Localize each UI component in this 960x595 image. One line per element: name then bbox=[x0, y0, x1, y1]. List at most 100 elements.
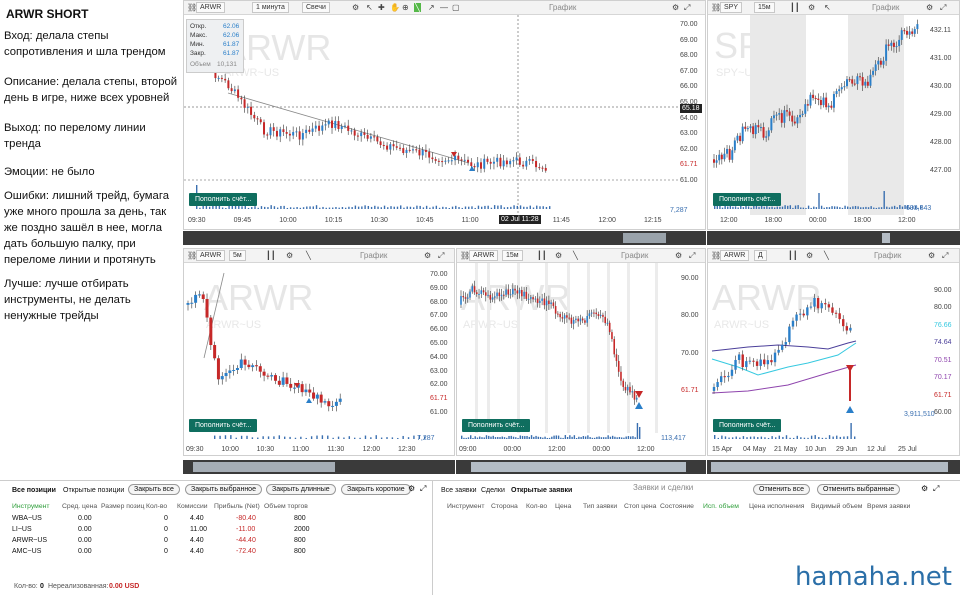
col-header[interactable]: Сторона bbox=[491, 503, 518, 510]
maximize-icon[interactable]: ⤢ bbox=[438, 251, 444, 261]
indicators-icon[interactable]: ⚙ bbox=[806, 251, 813, 260]
settings-icon[interactable]: ⚙ bbox=[408, 484, 415, 493]
symbol-select[interactable]: ARWR bbox=[720, 250, 750, 261]
col-header[interactable]: Стоп цена bbox=[624, 503, 656, 510]
chart-navigator[interactable] bbox=[707, 460, 960, 474]
settings-icon[interactable]: ⚙ bbox=[926, 3, 933, 12]
chart-type-select[interactable]: Свечи bbox=[302, 2, 330, 13]
chart-navigator[interactable] bbox=[183, 231, 706, 245]
chart-navigator[interactable] bbox=[183, 460, 455, 474]
col-header[interactable]: Тип заявки bbox=[583, 503, 617, 510]
volume-bar bbox=[729, 205, 732, 209]
trendline-icon[interactable]: ╲ bbox=[414, 3, 421, 12]
close-short-button[interactable]: Закрыть короткие bbox=[341, 484, 411, 495]
indicators-icon[interactable]: ⚙ bbox=[555, 251, 562, 260]
maximize-icon[interactable]: ⤢ bbox=[942, 251, 948, 261]
fill-account-button[interactable]: Пополнить счёт... bbox=[189, 419, 258, 432]
candle bbox=[262, 371, 266, 376]
rect-tool-icon[interactable]: ▢ bbox=[452, 3, 460, 12]
fill-account-button[interactable]: Пополнить счёт... bbox=[713, 193, 782, 206]
tab-open-orders[interactable]: Открытые заявки bbox=[511, 487, 572, 494]
maximize-icon[interactable]: ⤢ bbox=[689, 251, 695, 261]
settings-icon[interactable]: ⚙ bbox=[928, 251, 935, 260]
col-header[interactable]: Время заявки bbox=[867, 503, 910, 510]
col-header[interactable]: Прибыль (Net) bbox=[214, 503, 260, 510]
cursor-icon[interactable]: ↖ bbox=[366, 3, 373, 12]
col-header[interactable]: Инструмент bbox=[447, 503, 485, 510]
col-header[interactable]: Кол-во bbox=[146, 503, 167, 510]
chart-navigator[interactable] bbox=[456, 460, 706, 474]
col-header[interactable]: Исп. объем bbox=[703, 503, 739, 510]
tab-open-positions[interactable]: Открытые позиции bbox=[63, 487, 124, 494]
settings-icon[interactable]: ⚙ bbox=[675, 251, 682, 260]
maximize-icon[interactable]: ⤢ bbox=[420, 484, 426, 494]
col-header[interactable]: Цена bbox=[555, 503, 571, 510]
y-tick-label: 61.71 bbox=[430, 395, 448, 403]
interval-select[interactable]: 5м bbox=[229, 250, 246, 261]
symbol-select[interactable]: ARWR bbox=[196, 2, 226, 13]
col-header[interactable]: Комиссии bbox=[177, 503, 208, 510]
chart-navigator[interactable] bbox=[707, 231, 960, 245]
close-all-button[interactable]: Закрыть все bbox=[128, 484, 180, 495]
fill-account-button[interactable]: Пополнить счёт... bbox=[462, 419, 531, 432]
interval-select[interactable]: 1 минута bbox=[252, 2, 289, 13]
col-header[interactable]: Размер позиц bbox=[101, 503, 144, 510]
candle bbox=[806, 104, 809, 106]
price-chart[interactable] bbox=[457, 263, 679, 433]
col-header[interactable]: Сред. цена bbox=[62, 503, 97, 510]
candles-icon[interactable]: ┃┃ bbox=[537, 251, 547, 260]
fill-account-button[interactable]: Пополнить счёт... bbox=[713, 419, 782, 432]
cancel-all-button[interactable]: Отменить все bbox=[753, 484, 810, 495]
indicators-icon[interactable]: ⚙ bbox=[808, 3, 815, 12]
col-header[interactable]: Видимый объем bbox=[811, 503, 862, 510]
price-chart[interactable] bbox=[184, 263, 428, 433]
tab-deals[interactable]: Сделки bbox=[481, 487, 505, 494]
price-chart[interactable] bbox=[708, 263, 932, 433]
indicators-icon[interactable]: ⚙ bbox=[352, 3, 359, 12]
arrow-tool-icon[interactable]: ↗ bbox=[428, 3, 435, 12]
close-long-button[interactable]: Закрыть длинные bbox=[266, 484, 336, 495]
col-header[interactable]: Объем торгов bbox=[264, 503, 308, 510]
col-header[interactable]: Инструмент bbox=[12, 503, 50, 510]
maximize-icon[interactable]: ⤢ bbox=[933, 484, 939, 494]
symbol-select[interactable]: SPY bbox=[720, 2, 743, 13]
chart-window-arwr-daily[interactable]: ⛓ ARWR Д ┃┃ ⚙ ╲ График ⚙ ⤢ ARWR ARWR~US … bbox=[707, 248, 960, 456]
trendline-icon[interactable]: ╲ bbox=[306, 251, 311, 260]
crosshair-icon[interactable]: ✚ bbox=[378, 3, 385, 12]
trendline-icon[interactable]: ╲ bbox=[573, 251, 578, 260]
cursor-icon[interactable]: ↖ bbox=[824, 3, 831, 12]
cancel-selected-button[interactable]: Отменить выбранные bbox=[817, 484, 901, 495]
volume-bar bbox=[357, 206, 360, 209]
chart-window-arwr-1m[interactable]: ⛓ ARWR 1 минута Свечи ⚙ ↖ ✚ ✋ ⊕ ╲ ↗ — ▢ … bbox=[183, 0, 706, 230]
symbol-select[interactable]: ARWR bbox=[469, 250, 499, 261]
settings-icon[interactable]: ⚙ bbox=[921, 484, 928, 493]
settings-icon[interactable]: ⚙ bbox=[424, 251, 431, 260]
settings-icon[interactable]: ⚙ bbox=[672, 3, 679, 12]
candle bbox=[415, 149, 418, 151]
maximize-icon[interactable]: ⤢ bbox=[940, 3, 946, 13]
interval-select[interactable]: 15м bbox=[754, 2, 775, 13]
col-header[interactable]: Цена исполнения bbox=[749, 503, 804, 510]
tab-all-orders[interactable]: Все заявки bbox=[441, 487, 477, 494]
close-selected-button[interactable]: Закрыть выбранное bbox=[185, 484, 262, 495]
trendline-icon[interactable]: ╲ bbox=[824, 251, 829, 260]
fill-account-button[interactable]: Пополнить счёт... bbox=[189, 193, 258, 206]
candle bbox=[759, 359, 762, 366]
col-header[interactable]: Состояние bbox=[660, 503, 694, 510]
hand-icon[interactable]: ✋ bbox=[390, 3, 400, 12]
candles-icon[interactable]: ┃┃ bbox=[788, 251, 798, 260]
candles-icon[interactable]: ┃┃ bbox=[266, 251, 276, 260]
symbol-select[interactable]: ARWR bbox=[196, 250, 226, 261]
tab-all-positions[interactable]: Все позиции bbox=[12, 487, 56, 494]
col-header[interactable]: Кол-во bbox=[526, 503, 547, 510]
candles-icon[interactable]: ┃┃ bbox=[790, 3, 800, 12]
chart-window-arwr-5m[interactable]: ⛓ ARWR 5м ┃┃ ⚙ ╲ График ⚙ ⤢ ARWR ARWR~US… bbox=[183, 248, 455, 456]
chart-window-spy[interactable]: ⛓ SPY 15м ┃┃ ⚙ ↖ График ⚙ ⤢ SPY SPY~US 4… bbox=[707, 0, 960, 230]
maximize-icon[interactable]: ⤢ bbox=[684, 3, 690, 13]
interval-select[interactable]: 15м bbox=[502, 250, 523, 261]
zoom-icon[interactable]: ⊕ bbox=[402, 3, 409, 12]
indicators-icon[interactable]: ⚙ bbox=[286, 251, 293, 260]
hline-icon[interactable]: — bbox=[440, 3, 448, 12]
interval-select[interactable]: Д bbox=[754, 250, 767, 261]
chart-window-arwr-15m[interactable]: ⛓ ARWR 15м ┃┃ ⚙ ╲ График ⚙ ⤢ ARWR ARWR~U… bbox=[456, 248, 706, 456]
